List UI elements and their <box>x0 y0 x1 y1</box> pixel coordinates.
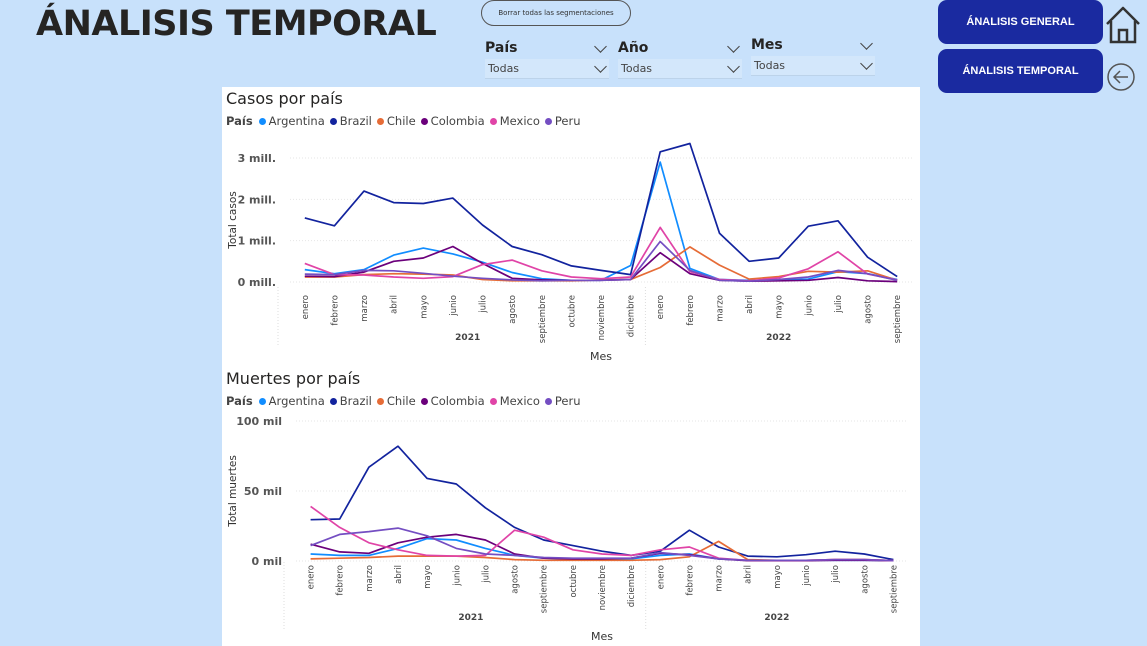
cases-line-chart: 0 mill. 1 mill. 2 mill. 3 mill. Total casos e… <box>227 142 912 363</box>
x-axis-title: Mes <box>591 630 613 643</box>
x-tick-label: abril <box>745 295 755 314</box>
x-tick-label: junio <box>452 565 462 587</box>
country-dropdown[interactable]: Todas <box>485 59 609 79</box>
country-slicer[interactable]: País Todas <box>485 37 609 79</box>
x-tick-label: noviembre <box>598 565 608 610</box>
chevron-down-icon[interactable] <box>727 39 740 53</box>
y-tick-label: 3 mill. <box>238 152 276 165</box>
x-tick-label: febrero <box>685 565 695 596</box>
x-tick-label: mayo <box>773 565 783 589</box>
year-label: 2021 <box>455 333 480 343</box>
year-label: 2021 <box>458 613 483 623</box>
x-tick-label: julio <box>834 295 844 314</box>
x-tick-label: marzo <box>360 295 370 322</box>
year-dropdown[interactable]: Todas <box>618 59 742 79</box>
series-line-argentina <box>304 161 898 282</box>
x-tick-label: junio <box>802 565 812 587</box>
x-tick-label: abril <box>744 565 754 584</box>
x-tick-label: enero <box>307 565 317 589</box>
x-tick-label: octubre <box>567 295 577 328</box>
deaths-line-chart: 0 mil 50 mil 100 mil Total muertes enero febr… <box>227 415 908 643</box>
y-tick-label: 0 mil <box>252 555 283 568</box>
general-analysis-button[interactable]: ÁNALISIS GENERAL <box>938 0 1103 44</box>
chevron-down-icon[interactable] <box>860 36 873 50</box>
series-line-brazil <box>304 142 898 278</box>
year-value: Todas <box>621 62 653 75</box>
month-slicer[interactable]: Mes Todas <box>751 34 875 76</box>
y-tick-label: 2 mill. <box>238 193 276 206</box>
x-tick-label: abril <box>390 295 400 314</box>
x-tick-label: julio <box>831 565 841 584</box>
y-axis-title: Total casos <box>227 191 239 249</box>
x-tick-label: febrero <box>686 295 696 326</box>
series-line-mexico <box>304 226 898 282</box>
x-tick-label: mayo <box>423 565 433 589</box>
x-tick-label: julio <box>481 565 491 584</box>
year-slicer[interactable]: Año Todas <box>618 37 742 79</box>
y-tick-label: 0 mill. <box>238 276 276 289</box>
deaths-chart-panel: Muertes por país País Argentina Brazil Chi… <box>222 367 920 646</box>
x-tick-label: junio <box>804 295 814 317</box>
x-tick-label: enero <box>656 565 666 589</box>
x-tick-label: diciembre <box>627 565 637 607</box>
x-tick-label: mayo <box>419 295 429 319</box>
back-arrow-icon[interactable] <box>1106 62 1136 92</box>
month-slicer-title: Mes <box>751 37 783 53</box>
month-value: Todas <box>754 59 786 72</box>
x-tick-label: septiembre <box>893 295 903 343</box>
page-title: ÁNALISIS TEMPORAL <box>36 4 437 44</box>
x-tick-label: marzo <box>715 295 725 322</box>
x-tick-label: agosto <box>860 565 870 594</box>
year-slicer-title: Año <box>618 40 649 56</box>
chevron-down-icon[interactable] <box>860 57 873 70</box>
x-tick-label: enero <box>656 295 666 319</box>
x-tick-label: septiembre <box>538 295 548 343</box>
y-tick-label: 1 mill. <box>238 235 276 248</box>
x-tick-label: septiembre <box>889 565 899 613</box>
x-tick-label: diciembre <box>627 295 637 337</box>
year-label: 2022 <box>766 333 791 343</box>
chevron-down-icon[interactable] <box>727 60 740 73</box>
chevron-down-icon[interactable] <box>594 60 607 73</box>
y-tick-label: 100 mil <box>236 415 282 428</box>
month-dropdown[interactable]: Todas <box>751 56 875 76</box>
x-axis-title: Mes <box>590 350 612 363</box>
x-tick-label: octubre <box>569 565 579 598</box>
cases-chart-panel: Casos por país País Argentina Brazil Chile… <box>222 87 920 367</box>
clear-filters-button[interactable]: Borrar todas las segmentaciones <box>481 0 631 26</box>
x-tick-label: agosto <box>508 295 518 324</box>
x-tick-label: agosto <box>511 565 521 594</box>
temporal-analysis-button[interactable]: ÁNALISIS TEMPORAL <box>938 49 1103 93</box>
x-tick-label: abril <box>394 565 404 584</box>
x-tick-label: enero <box>301 295 311 319</box>
x-tick-label: marzo <box>365 565 375 592</box>
x-tick-label: junio <box>449 295 459 317</box>
x-tick-label: febrero <box>336 565 346 596</box>
y-axis-title: Total muertes <box>227 455 239 528</box>
x-tick-label: febrero <box>330 295 340 326</box>
y-tick-label: 50 mil <box>244 485 282 498</box>
series-line-mexico <box>310 505 894 562</box>
x-tick-label: julio <box>479 295 489 314</box>
x-tick-label: noviembre <box>597 295 607 340</box>
series-line-chile <box>304 246 898 282</box>
home-icon[interactable] <box>1104 2 1142 46</box>
x-tick-label: septiembre <box>540 565 550 613</box>
country-value: Todas <box>488 62 520 75</box>
x-tick-label: mayo <box>775 295 785 319</box>
x-tick-label: agosto <box>864 295 874 324</box>
x-tick-label: marzo <box>715 565 725 592</box>
year-label: 2022 <box>764 613 789 623</box>
chevron-down-icon[interactable] <box>594 39 607 53</box>
country-slicer-title: País <box>485 40 518 56</box>
